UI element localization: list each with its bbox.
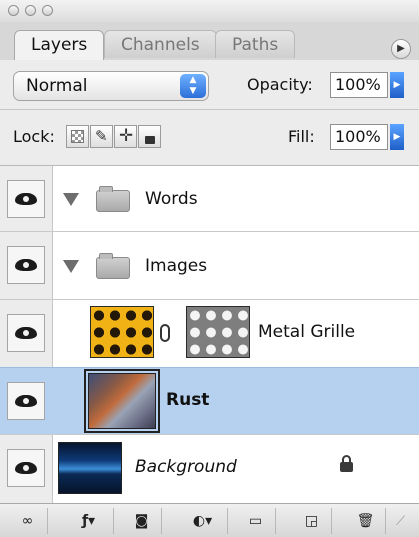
lock-image-pixels-button[interactable]: ✎ (90, 125, 113, 148)
lock-transparent-pixels-button[interactable] (66, 125, 89, 148)
layer-mask-thumbnail[interactable] (186, 306, 250, 358)
minimize-window-button[interactable] (25, 5, 36, 16)
panel-menu-button[interactable]: ▶ (391, 39, 411, 59)
visibility-toggle[interactable] (7, 180, 45, 218)
fill-slider-arrow[interactable]: ▶ (390, 124, 404, 150)
adjustment-layer-button[interactable]: ◐▾ (178, 508, 228, 534)
delete-layer-button[interactable]: 🗑 (346, 508, 386, 534)
eye-icon (15, 259, 37, 271)
layer-thumbnail[interactable] (58, 442, 122, 494)
visibility-toggle[interactable] (7, 246, 45, 284)
tab-strip: Layers Channels Paths ▶ (0, 22, 419, 60)
padlock-icon (340, 455, 353, 472)
layer-name: Rust (166, 390, 210, 410)
layer-row-rust[interactable]: Rust (0, 367, 419, 435)
layer-style-button[interactable]: ƒ▾ (64, 508, 114, 534)
eye-icon (15, 462, 37, 474)
zoom-window-button[interactable] (42, 5, 53, 16)
lock-fill-row: Lock: ✎ ✛ Fill: 100% ▶ (0, 110, 419, 166)
half-circle-icon: ◐▾ (192, 513, 213, 529)
move-icon: ✛ (119, 126, 134, 146)
folder-icon (96, 253, 130, 279)
fill-label: Fill: (288, 127, 315, 146)
layer-thumbnail[interactable] (88, 373, 156, 429)
mask-link-icon[interactable] (160, 324, 170, 342)
layer-row-images[interactable]: Images (0, 232, 419, 300)
close-window-button[interactable] (8, 5, 19, 16)
layer-name: Words (145, 189, 198, 209)
opacity-slider-arrow[interactable]: ▶ (390, 72, 404, 98)
layers-bottom-toolbar: ∞ ƒ▾ ◙ ◐▾ ▭ ◲ 🗑 ⟋ (0, 503, 419, 537)
visibility-toggle[interactable] (7, 449, 45, 487)
add-mask-button[interactable]: ◙ (122, 508, 162, 534)
fx-icon: ƒ▾ (81, 513, 96, 529)
layers-list: Words Images Metal Grille Rust Backgroun… (0, 166, 419, 503)
tab-layers[interactable]: Layers (14, 30, 105, 60)
flyout-arrow-icon: ▶ (397, 43, 405, 54)
layer-name: Images (145, 256, 208, 276)
padlock-icon (145, 136, 155, 144)
layer-row-background[interactable]: Background (0, 435, 419, 503)
title-bar (0, 0, 419, 23)
layer-name: Metal Grille (258, 322, 356, 342)
new-layer-button[interactable]: ◲ (292, 508, 332, 534)
chain-link-icon: ∞ (21, 513, 34, 529)
folder-icon (96, 186, 130, 212)
link-layers-button[interactable]: ∞ (8, 508, 48, 534)
brush-icon: ✎ (95, 127, 108, 145)
new-group-button[interactable]: ▭ (236, 508, 276, 534)
eye-icon (15, 327, 37, 339)
expand-triangle-icon[interactable] (63, 260, 79, 273)
tab-paths[interactable]: Paths (215, 30, 296, 58)
layers-panel: Layers Channels Paths ▶ Normal ▲ ▼ Opacit… (0, 0, 419, 537)
fill-field[interactable]: 100% (330, 124, 388, 150)
layer-row-metal-grille[interactable]: Metal Grille (0, 300, 419, 367)
trash-icon: 🗑 (356, 513, 375, 529)
opacity-label: Opacity: (247, 75, 313, 94)
opacity-field[interactable]: 100% (330, 72, 388, 98)
tab-channels[interactable]: Channels (104, 30, 217, 58)
folder-icon: ▭ (248, 513, 263, 529)
expand-triangle-icon[interactable] (63, 193, 79, 206)
blend-mode-select[interactable]: Normal ▲ ▼ (13, 71, 209, 101)
lock-label: Lock: (13, 127, 55, 146)
checkerboard-icon (71, 130, 84, 143)
lock-all-button[interactable] (138, 125, 161, 148)
eye-icon (15, 193, 37, 205)
resize-grip-icon[interactable]: ⟋ (396, 514, 405, 529)
visibility-toggle[interactable] (7, 382, 45, 420)
visibility-toggle[interactable] (7, 314, 45, 352)
select-arrows-icon: ▲ ▼ (180, 74, 206, 98)
eye-icon (15, 395, 37, 407)
layer-row-words[interactable]: Words (0, 166, 419, 232)
layer-thumbnail[interactable] (90, 306, 154, 358)
layer-name: Background (135, 457, 237, 477)
blend-mode-value: Normal (26, 76, 88, 96)
blend-opacity-row: Normal ▲ ▼ Opacity: 100% ▶ (0, 60, 419, 110)
lock-position-button[interactable]: ✛ (114, 125, 137, 148)
mask-icon: ◙ (134, 513, 149, 529)
new-layer-icon: ◲ (304, 513, 319, 529)
